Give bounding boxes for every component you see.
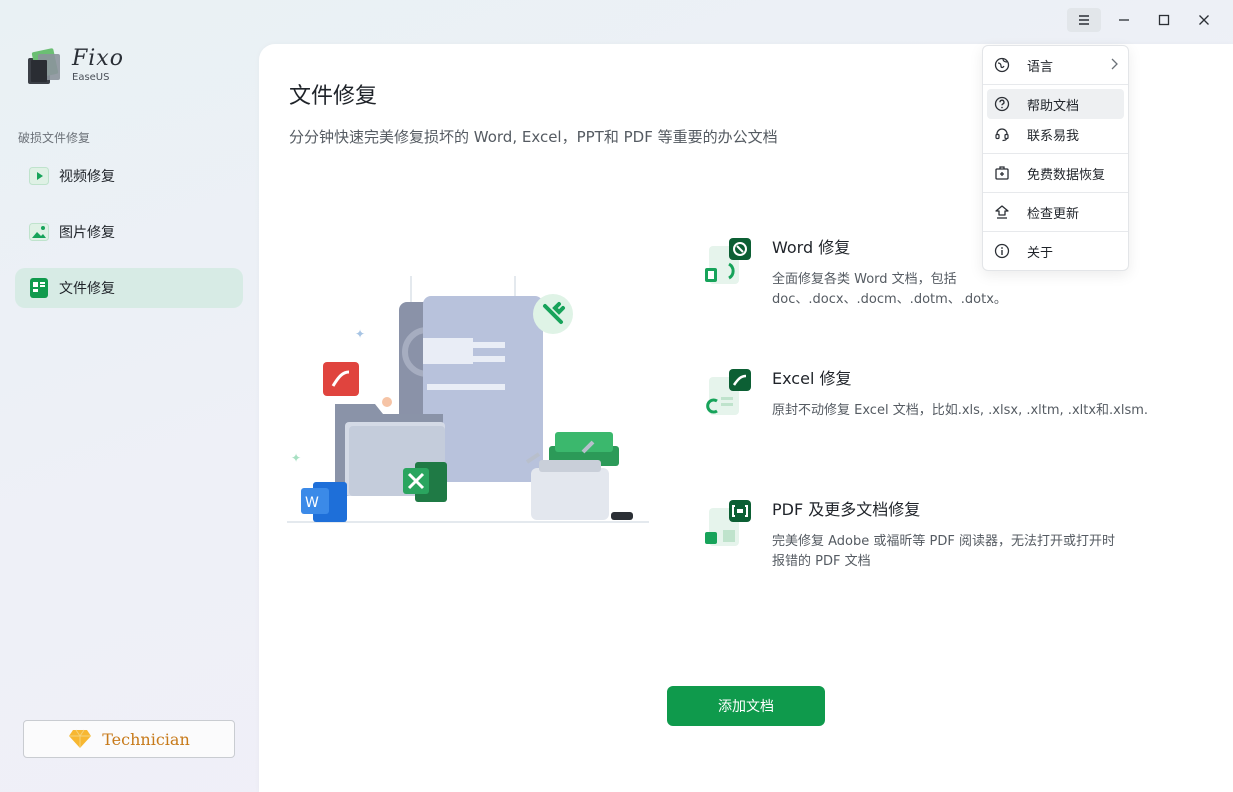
info-icon <box>993 242 1011 260</box>
menu-item-label: 关于 <box>1027 245 1054 261</box>
app-logo: Fixo EaseUS <box>26 44 124 86</box>
feature-title: Excel 修复 <box>772 369 852 388</box>
globe-icon <box>993 56 1011 74</box>
update-icon <box>993 203 1011 221</box>
chevron-right-icon <box>1111 58 1118 70</box>
menu-divider <box>983 231 1128 232</box>
menu-divider <box>983 192 1128 193</box>
image-icon <box>29 222 49 242</box>
feature-description: 完美修复 Adobe 或福昕等 PDF 阅读器，无法打开或打开时 报错的 PDF… <box>772 532 1115 572</box>
feature-desc-line: 完美修复 Adobe 或福昕等 PDF 阅读器，无法打开或打开时 <box>772 534 1115 549</box>
menu-item-label: 检查更新 <box>1027 206 1080 222</box>
feature-desc-line: doc、.docx、.docm、.dotm、.dotx。 <box>772 292 1007 307</box>
pdf-repair-icon <box>705 500 751 546</box>
recovery-icon <box>993 164 1011 182</box>
sidebar-section-label: 破损文件修复 <box>18 131 91 145</box>
svg-text:✦: ✦ <box>291 451 301 465</box>
menu-item-label: 帮助文档 <box>1027 98 1080 114</box>
svg-text:✦: ✦ <box>355 327 365 341</box>
technician-label: Technician <box>102 729 190 749</box>
menu-item-contact[interactable]: 联系易我 <box>987 119 1124 149</box>
menu-item-label: 联系易我 <box>1027 128 1080 144</box>
menu-item-label: 语言 <box>1027 59 1054 75</box>
menu-item-about[interactable]: 关于 <box>987 236 1124 266</box>
menu-item-check-update[interactable]: 检查更新 <box>987 197 1124 227</box>
document-icon <box>29 278 49 298</box>
hamburger-icon <box>1079 15 1089 25</box>
sidebar-item-label: 文件修复 <box>59 281 115 297</box>
add-document-button[interactable]: 添加文档 <box>667 686 825 726</box>
document-repair-illustration: ✦ ✦ W <box>287 276 649 523</box>
close-icon <box>1199 15 1209 25</box>
page-title: 文件修复 <box>289 84 378 109</box>
headset-icon <box>993 125 1011 143</box>
maximize-icon <box>1158 14 1170 26</box>
logo-subtitle: EaseUS <box>72 71 110 83</box>
sidebar-nav: 视频修复 图片修复 文件修复 <box>15 156 243 324</box>
feature-title: Word 修复 <box>772 238 851 257</box>
feature-description: 全面修复各类 Word 文档，包括 doc、.docx、.docm、.dotm、… <box>772 270 1007 310</box>
feature-title: PDF 及更多文档修复 <box>772 500 921 519</box>
page-subtitle: 分分钟快速完美修复损坏的 Word, Excel，PPT和 PDF 等重要的办公… <box>289 128 778 146</box>
feature-description: 原封不动修复 Excel 文档，比如.xls, .xlsx, .xltm, .x… <box>772 401 1148 421</box>
menu-divider <box>983 84 1128 85</box>
fixo-logo-icon <box>26 44 66 86</box>
menu-item-help[interactable]: 帮助文档 <box>987 89 1124 119</box>
excel-repair-icon <box>706 369 751 415</box>
menu-item-language[interactable]: 语言 <box>987 50 1124 80</box>
feature-excel: Excel 修复 原封不动修复 Excel 文档，比如.xls, .xlsx, … <box>703 367 1173 423</box>
settings-menu: 语言 帮助文档 联系易我 免费数据恢复 检查更新 关于 <box>982 45 1129 271</box>
sidebar-item-document[interactable]: 文件修复 <box>15 268 243 308</box>
sidebar-item-label: 视频修复 <box>59 169 115 185</box>
sidebar-item-video[interactable]: 视频修复 <box>15 156 243 196</box>
technician-button[interactable]: Technician <box>23 720 235 758</box>
logo-title: Fixo <box>72 45 124 71</box>
menu-item-label: 免费数据恢复 <box>1027 167 1106 183</box>
diamond-icon <box>69 729 92 748</box>
menu-divider <box>983 153 1128 154</box>
svg-text:W: W <box>305 495 319 511</box>
help-icon <box>993 95 1011 113</box>
feature-pdf: PDF 及更多文档修复 完美修复 Adobe 或福昕等 PDF 阅读器，无法打开… <box>703 498 1173 572</box>
menu-item-data-recovery[interactable]: 免费数据恢复 <box>987 158 1124 188</box>
sidebar-item-label: 图片修复 <box>59 225 115 241</box>
maximize-button[interactable] <box>1147 8 1181 32</box>
feature-desc-line: 原封不动修复 Excel 文档，比如.xls, .xlsx, .xltm, .x… <box>772 403 1149 418</box>
sidebar-item-image[interactable]: 图片修复 <box>15 212 243 252</box>
word-repair-icon <box>705 238 751 284</box>
feature-desc-line: 报错的 PDF 文档 <box>772 554 871 569</box>
feature-desc-line: 全面修复各类 Word 文档，包括 <box>772 272 957 287</box>
menu-button[interactable] <box>1067 8 1101 32</box>
video-icon <box>29 166 49 186</box>
minimize-icon <box>1119 19 1129 21</box>
close-button[interactable] <box>1187 8 1221 32</box>
minimize-button[interactable] <box>1107 8 1141 32</box>
window-controls <box>1067 8 1221 32</box>
